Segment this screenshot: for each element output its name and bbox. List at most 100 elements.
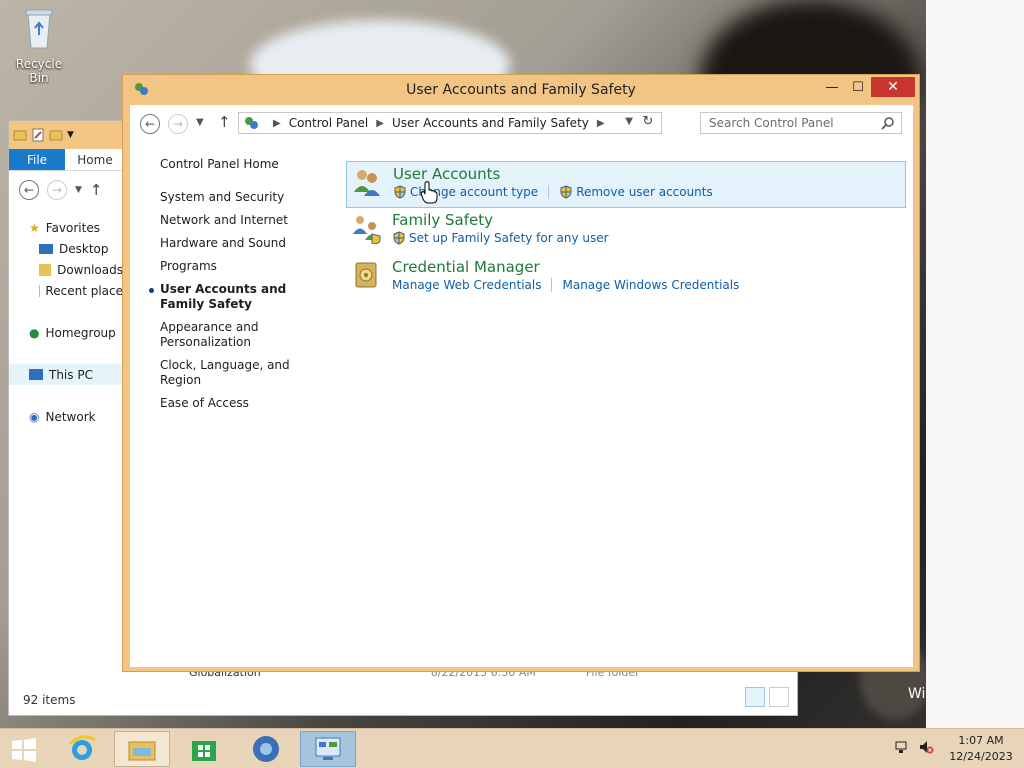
breadcrumb-separator-icon[interactable]: ▶ (597, 118, 605, 129)
category-credential-manager[interactable]: Credential Manager Manage Web Credential… (346, 255, 906, 302)
back-button[interactable]: ← (140, 114, 160, 134)
link-separator (548, 185, 550, 199)
family-safety-link[interactable]: Family Safety (392, 208, 906, 230)
details-view-button[interactable] (745, 687, 765, 707)
tab-file[interactable]: File (9, 149, 65, 170)
nav-link-control-panel-home[interactable]: Control Panel Home (160, 157, 330, 172)
browser-icon (253, 736, 279, 762)
nav-link-hardware-and-sound[interactable]: Hardware and Sound (160, 236, 330, 251)
recycle-bin-shortcut[interactable]: Recycle Bin (6, 6, 72, 85)
taskbar-store[interactable] (176, 731, 232, 767)
homegroup-icon: ● (29, 325, 40, 340)
breadcrumb-separator-icon[interactable]: ▶ (273, 118, 281, 129)
control-panel-icon (315, 737, 341, 760)
view-toggle (745, 687, 789, 707)
nav-link-ease-of-access[interactable]: Ease of Access (160, 396, 330, 411)
family-safety-tasks: Set up Family Safety for any user (392, 230, 906, 246)
nav-link-network-and-internet[interactable]: Network and Internet (160, 213, 330, 228)
tree-item-desktop[interactable]: Desktop (9, 238, 123, 259)
minimize-button[interactable]: — (819, 77, 845, 97)
search-placeholder: Search Control Panel (709, 116, 834, 130)
close-button[interactable]: ✕ (871, 77, 915, 97)
large-icons-view-button[interactable] (769, 687, 789, 707)
user-accounts-icon (354, 170, 380, 196)
nav-link-user-accounts-current: User Accounts and Family Safety (149, 282, 310, 312)
volume-muted-icon[interactable] (918, 739, 934, 755)
nav-link-appearance-and-personalization[interactable]: Appearance and Personalization (160, 320, 270, 350)
quick-access-dropdown-icon[interactable]: ▼ (67, 130, 74, 140)
recycle-bin-icon (25, 9, 53, 49)
network-icon: ◉ (29, 409, 40, 424)
address-toolbar: ← → ▼ ↑ ▶ Control Panel ▶ User Accounts … (130, 105, 913, 143)
tree-item-downloads[interactable]: Downloads (9, 259, 123, 280)
tree-item-this-pc[interactable]: This PC (9, 364, 123, 385)
set-up-family-safety-link[interactable]: Set up Family Safety for any user (392, 230, 609, 246)
network-status-icon[interactable] (894, 739, 910, 755)
desktop-icon (39, 243, 53, 254)
watermark-text: Wi (908, 686, 926, 702)
tree-item-recent-places[interactable]: Recent place (9, 280, 123, 301)
up-button[interactable]: ↑ (90, 181, 103, 199)
hand-cursor-icon (420, 181, 438, 204)
control-panel-titlebar[interactable]: User Accounts and Family Safety — ☐ ✕ (123, 75, 919, 105)
tree-item-homegroup[interactable]: ● Homegroup (9, 322, 123, 343)
maximize-button[interactable]: ☐ (845, 77, 871, 97)
taskbar: 1:07 AM 12/24/2023 (0, 728, 1024, 768)
recent-locations-dropdown-icon[interactable]: ▼ (75, 185, 82, 195)
forward-button[interactable]: → (168, 114, 188, 134)
downloads-folder-icon (39, 263, 52, 276)
control-panel-window[interactable]: User Accounts and Family Safety — ☐ ✕ ← … (122, 74, 920, 672)
taskbar-browser[interactable] (238, 731, 294, 767)
start-button-windows-icon[interactable] (10, 737, 38, 763)
status-bar-item-count: 92 items (23, 693, 76, 707)
nav-link-clock-language-region[interactable]: Clock, Language, and Region (160, 358, 330, 388)
user-accounts-tasks: Change account type Remove user accounts (393, 184, 905, 200)
change-account-type-link[interactable]: Change account type (393, 184, 538, 200)
clock-date: 12/24/2023 (949, 750, 1013, 763)
uac-shield-icon (393, 231, 405, 245)
new-folder-icon[interactable] (49, 128, 63, 142)
recent-pages-dropdown-icon[interactable]: ▼ (196, 117, 204, 128)
up-button[interactable]: ↑ (218, 113, 231, 131)
family-safety-icon (353, 216, 381, 244)
address-bar[interactable]: ▶ Control Panel ▶ User Accounts and Fami… (238, 112, 662, 134)
taskbar-file-explorer[interactable] (114, 731, 170, 767)
search-input[interactable]: Search Control Panel (700, 112, 902, 134)
star-icon: ★ (29, 220, 40, 235)
category-family-safety[interactable]: Family Safety Set up Family Safety for a… (346, 208, 906, 255)
system-clock[interactable]: 1:07 AM 12/24/2023 (944, 733, 1018, 765)
window-title: User Accounts and Family Safety (406, 82, 636, 98)
tree-item-network[interactable]: ◉ Network (9, 406, 123, 427)
folder-icon (13, 130, 27, 141)
uac-shield-icon (394, 185, 406, 199)
manage-web-credentials-link[interactable]: Manage Web Credentials (392, 277, 541, 293)
breadcrumb-separator-icon[interactable]: ▶ (376, 118, 384, 129)
properties-icon[interactable] (31, 128, 45, 142)
computer-icon (29, 369, 43, 380)
credential-manager-tasks: Manage Web Credentials Manage Windows Cr… (392, 277, 906, 293)
recycle-bin-label: Recycle Bin (15, 57, 63, 85)
control-panel-content: ← → ▼ ↑ ▶ Control Panel ▶ User Accounts … (130, 105, 913, 667)
manage-windows-credentials-link[interactable]: Manage Windows Credentials (562, 277, 739, 293)
address-dropdown-icon[interactable]: ▼ (625, 116, 633, 127)
breadcrumb-control-panel[interactable]: Control Panel (289, 116, 369, 130)
nav-link-programs[interactable]: Programs (160, 259, 330, 274)
back-button[interactable]: ← (19, 180, 39, 200)
remove-user-accounts-link[interactable]: Remove user accounts (559, 184, 713, 200)
file-explorer-icon (128, 741, 156, 761)
tab-home[interactable]: Home (65, 149, 125, 170)
user-accounts-link[interactable]: User Accounts (393, 162, 905, 184)
refresh-icon[interactable]: ↻ (639, 114, 657, 129)
control-panel-icon (245, 117, 258, 129)
taskbar-control-panel[interactable] (300, 731, 356, 767)
credential-manager-icon (355, 262, 377, 288)
taskbar-internet-explorer[interactable] (54, 731, 110, 767)
breadcrumb-user-accounts[interactable]: User Accounts and Family Safety (392, 116, 589, 130)
store-icon (192, 741, 216, 761)
uac-shield-icon (560, 185, 572, 199)
tree-item-favorites[interactable]: ★ Favorites (9, 217, 123, 238)
search-icon[interactable] (881, 116, 895, 130)
nav-link-system-and-security[interactable]: System and Security (160, 190, 330, 205)
credential-manager-link[interactable]: Credential Manager (392, 255, 906, 277)
forward-button[interactable]: → (47, 180, 67, 200)
